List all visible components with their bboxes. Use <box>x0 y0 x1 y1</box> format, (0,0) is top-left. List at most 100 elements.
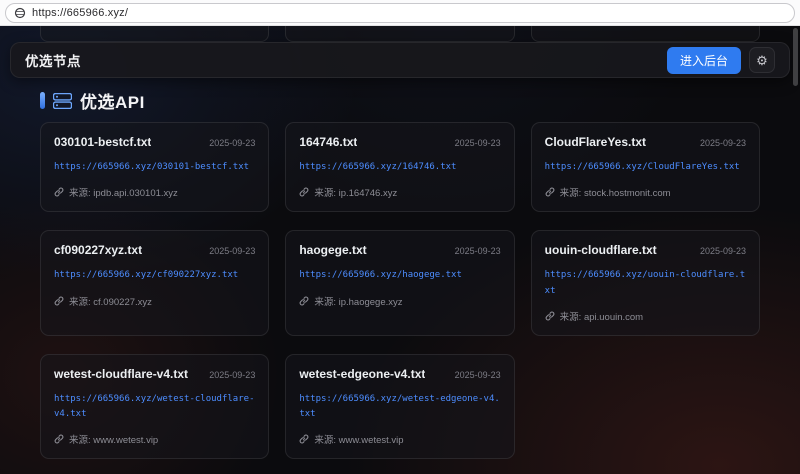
source-text: 来源: ipdb.api.030101.xyz <box>69 185 178 199</box>
file-url-link[interactable]: https://665966.xyz/cf090227xyz.txt <box>54 268 255 283</box>
file-url-link[interactable]: https://665966.xyz/uouin-cloudflare.txt <box>545 268 746 299</box>
card-header: CloudFlareYes.txt 2025-09-23 <box>545 135 746 149</box>
source-label: 来源: <box>69 435 93 446</box>
file-url-link[interactable]: https://665966.xyz/wetest-cloudflare-v4.… <box>54 392 255 423</box>
source-label: 来源: <box>69 188 93 199</box>
file-url-link[interactable]: https://665966.xyz/030101-bestcf.txt <box>54 160 255 175</box>
file-card: wetest-edgeone-v4.txt 2025-09-23 https:/… <box>285 354 514 460</box>
file-url-link[interactable]: https://665966.xyz/CloudFlareYes.txt <box>545 160 746 175</box>
link-icon <box>54 187 64 197</box>
page-title: 优选节点 <box>25 50 81 70</box>
file-name: haogege.txt <box>299 243 366 257</box>
cutoff-card <box>40 26 269 42</box>
file-date: 2025-09-23 <box>455 246 501 256</box>
source-row: 来源: api.uouin.com <box>545 309 746 323</box>
source-label: 来源: <box>314 435 338 446</box>
file-name: 164746.txt <box>299 135 357 149</box>
link-icon <box>299 296 309 306</box>
card-header: wetest-edgeone-v4.txt 2025-09-23 <box>299 367 500 381</box>
card-header: 030101-bestcf.txt 2025-09-23 <box>54 135 255 149</box>
card-header: haogege.txt 2025-09-23 <box>299 243 500 257</box>
source-text: 来源: stock.hostmonit.com <box>560 185 671 199</box>
file-url-link[interactable]: https://665966.xyz/wetest-edgeone-v4.txt <box>299 392 500 423</box>
header-actions: 进入后台 ⚙ <box>667 47 775 74</box>
source-text: 来源: www.wetest.vip <box>314 432 403 446</box>
card-grid: 030101-bestcf.txt 2025-09-23 https://665… <box>40 122 760 459</box>
source-row: 来源: stock.hostmonit.com <box>545 185 746 199</box>
source-label: 来源: <box>314 297 338 308</box>
link-icon <box>545 311 555 321</box>
source-value: ipdb.api.030101.xyz <box>93 188 178 199</box>
source-value: www.wetest.vip <box>339 435 404 446</box>
server-stack-icon <box>53 93 72 109</box>
source-row: 来源: ip.haogege.xyz <box>299 294 500 308</box>
site-info-icon[interactable] <box>14 7 26 19</box>
url-bar[interactable]: https://665966.xyz/ <box>5 3 795 23</box>
cutoff-card <box>531 26 760 42</box>
file-card: haogege.txt 2025-09-23 https://665966.xy… <box>285 230 514 336</box>
accent-bar <box>40 92 45 109</box>
file-date: 2025-09-23 <box>700 138 746 148</box>
link-icon <box>299 187 309 197</box>
link-icon <box>54 434 64 444</box>
source-value: ip.haogege.xyz <box>339 297 403 308</box>
source-row: 来源: www.wetest.vip <box>54 432 255 446</box>
file-date: 2025-09-23 <box>700 246 746 256</box>
source-row: 来源: ipdb.api.030101.xyz <box>54 185 255 199</box>
file-name: wetest-edgeone-v4.txt <box>299 367 425 381</box>
source-text: 来源: www.wetest.vip <box>69 432 158 446</box>
source-label: 来源: <box>560 188 584 199</box>
link-icon <box>299 434 309 444</box>
source-value: stock.hostmonit.com <box>584 188 671 199</box>
file-name: cf090227xyz.txt <box>54 243 142 257</box>
page-background: 优选节点 进入后台 ⚙ 优选API 030101-bestcf.txt 2025… <box>0 26 800 474</box>
file-date: 2025-09-23 <box>209 246 255 256</box>
file-date: 2025-09-23 <box>209 138 255 148</box>
link-icon <box>545 187 555 197</box>
source-label: 来源: <box>69 297 93 308</box>
source-label: 来源: <box>560 312 584 323</box>
file-card: 164746.txt 2025-09-23 https://665966.xyz… <box>285 122 514 212</box>
scrollbar-thumb[interactable] <box>793 28 798 86</box>
file-name: wetest-cloudflare-v4.txt <box>54 367 188 381</box>
file-name: uouin-cloudflare.txt <box>545 243 657 257</box>
file-date: 2025-09-23 <box>455 138 501 148</box>
source-text: 来源: cf.090227.xyz <box>69 294 152 308</box>
settings-button[interactable]: ⚙ <box>749 47 775 73</box>
section-title: 优选API <box>80 88 145 113</box>
file-card: cf090227xyz.txt 2025-09-23 https://66596… <box>40 230 269 336</box>
file-name: 030101-bestcf.txt <box>54 135 151 149</box>
link-icon <box>54 296 64 306</box>
source-value: cf.090227.xyz <box>93 297 152 308</box>
source-text: 来源: api.uouin.com <box>560 309 643 323</box>
cutoff-card-row <box>40 26 760 42</box>
source-text: 来源: ip.164746.xyz <box>314 185 397 199</box>
source-value: api.uouin.com <box>584 312 643 323</box>
card-header: 164746.txt 2025-09-23 <box>299 135 500 149</box>
file-card: wetest-cloudflare-v4.txt 2025-09-23 http… <box>40 354 269 460</box>
file-card: 030101-bestcf.txt 2025-09-23 https://665… <box>40 122 269 212</box>
card-header: cf090227xyz.txt 2025-09-23 <box>54 243 255 257</box>
source-text: 来源: ip.haogege.xyz <box>314 294 402 308</box>
source-row: 来源: ip.164746.xyz <box>299 185 500 199</box>
page-header: 优选节点 进入后台 ⚙ <box>10 42 790 78</box>
source-row: 来源: cf.090227.xyz <box>54 294 255 308</box>
source-label: 来源: <box>314 188 338 199</box>
source-value: ip.164746.xyz <box>339 188 398 199</box>
card-header: wetest-cloudflare-v4.txt 2025-09-23 <box>54 367 255 381</box>
section-heading: 优选API <box>40 88 145 113</box>
file-name: CloudFlareYes.txt <box>545 135 646 149</box>
file-url-link[interactable]: https://665966.xyz/164746.txt <box>299 160 500 175</box>
source-value: www.wetest.vip <box>93 435 158 446</box>
source-row: 来源: www.wetest.vip <box>299 432 500 446</box>
admin-button[interactable]: 进入后台 <box>667 47 741 74</box>
card-header: uouin-cloudflare.txt 2025-09-23 <box>545 243 746 257</box>
file-card: uouin-cloudflare.txt 2025-09-23 https://… <box>531 230 760 336</box>
file-url-link[interactable]: https://665966.xyz/haogege.txt <box>299 268 500 283</box>
file-date: 2025-09-23 <box>455 370 501 380</box>
file-card: CloudFlareYes.txt 2025-09-23 https://665… <box>531 122 760 212</box>
gear-icon: ⚙ <box>756 54 768 67</box>
url-text: https://665966.xyz/ <box>32 7 128 19</box>
cutoff-card <box>285 26 514 42</box>
browser-chrome: https://665966.xyz/ <box>0 0 800 26</box>
